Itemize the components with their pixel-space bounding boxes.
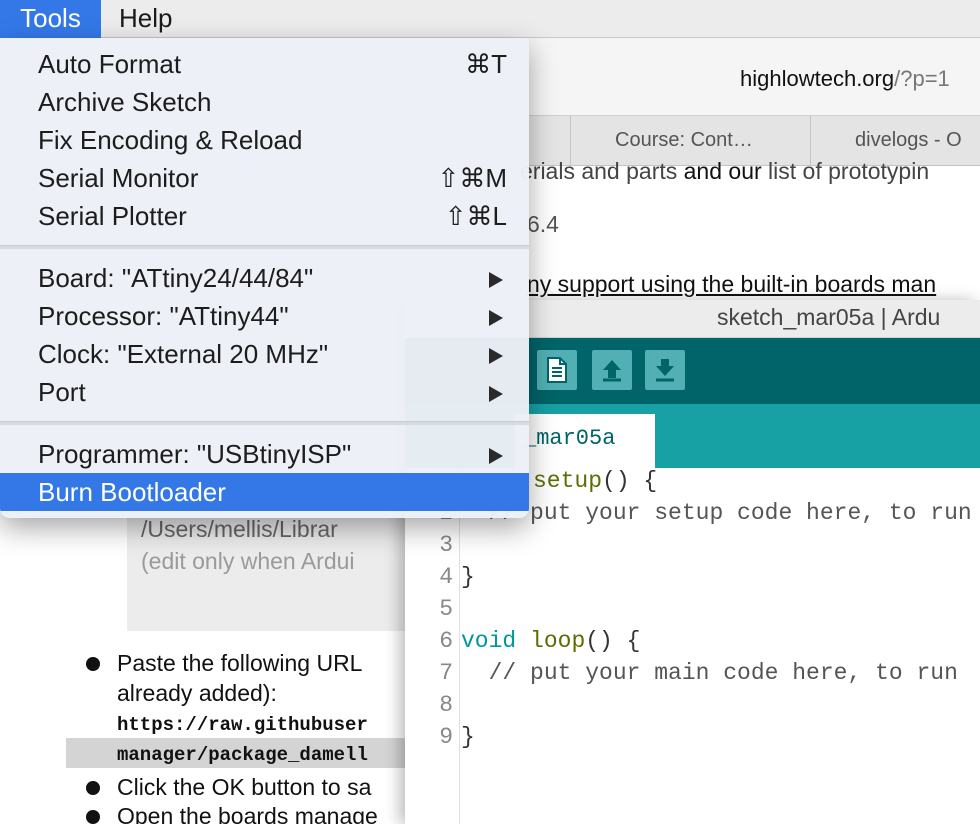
menu-item-burn-bootloader[interactable]: Burn Bootloader	[0, 473, 529, 511]
code-url-line1: https://raw.githubuser	[117, 714, 368, 736]
code-fn-setup: setup	[533, 468, 603, 494]
instruction-paste-url: Paste the following URL	[117, 650, 363, 676]
menu-item-label: Board: "ATtiny24/44/84"	[38, 263, 314, 293]
menu-item-programmer[interactable]: Programmer: "USBtinyISP"	[0, 435, 529, 473]
page-link-materials[interactable]: erials and parts	[520, 158, 677, 184]
menu-item-label: Processor: "ATtiny44"	[38, 301, 289, 331]
menu-item-processor[interactable]: Processor: "ATtiny44"	[0, 297, 529, 335]
menu-item-label: Burn Bootloader	[38, 477, 226, 507]
menu-item-label: Archive Sketch	[38, 87, 212, 117]
line-number: 9	[439, 724, 453, 750]
menu-separator	[0, 421, 529, 425]
code-fn-loop: loop	[530, 628, 586, 654]
line-number: 8	[439, 692, 453, 718]
menu-item-archive-sketch[interactable]: Archive Sketch	[0, 83, 529, 121]
menu-item-shortcut: ⇧⌘L	[444, 201, 507, 231]
menu-item-shortcut: ⇧⌘M	[437, 163, 507, 193]
page-version-heading: 6.4	[527, 211, 559, 237]
page-text-boards-manager[interactable]: ny support using the built-in boards man	[527, 271, 936, 298]
url-host: highlowtech.org	[740, 66, 895, 91]
menu-item-label: Fix Encoding & Reload	[38, 125, 303, 155]
sketch-tab[interactable]: _mar05a	[515, 414, 655, 468]
menu-item-label: Clock: "External 20 MHz"	[38, 339, 329, 369]
menu-item-label: Port	[38, 377, 86, 407]
code-keyword-void: void	[461, 628, 517, 654]
menu-item-label: Serial Monitor	[38, 163, 199, 193]
menu-item-label: Auto Format	[38, 49, 182, 79]
submenu-arrow-icon	[489, 310, 503, 326]
page-link-prototyping[interactable]: list of prototypin	[768, 158, 929, 184]
menu-item-fix-encoding[interactable]: Fix Encoding & Reload	[0, 121, 529, 159]
screen: highlowtech.org/?p=1 Course: Cont… divel…	[0, 0, 980, 824]
menu-separator	[0, 245, 529, 249]
menu-help[interactable]: Help	[105, 0, 186, 38]
line-number-gutter: 2 3 4 5 6 7 8 9	[405, 468, 460, 824]
page-text-and-our: and our	[677, 158, 769, 184]
preferences-path: /Users/mellis/Librar	[141, 516, 338, 542]
submenu-arrow-icon	[489, 386, 503, 402]
line-number: 7	[439, 660, 453, 686]
url-path: /?p=1	[894, 66, 950, 91]
code-line-loop: void loop() {	[461, 628, 640, 654]
submenu-arrow-icon	[489, 348, 503, 364]
menu-bar: Tools Help	[0, 0, 980, 38]
menu-item-serial-monitor[interactable]: Serial Monitor ⇧⌘M	[0, 159, 529, 197]
code-comment-setup: // put your setup code here, to run	[461, 500, 972, 526]
tools-dropdown-menu: Auto Format ⌘T Archive Sketch Fix Encodin…	[0, 38, 529, 518]
code-brace: () {	[585, 628, 641, 654]
menu-item-clock[interactable]: Clock: "External 20 MHz"	[0, 335, 529, 373]
menu-item-board[interactable]: Board: "ATtiny24/44/84"	[0, 259, 529, 297]
code-close-brace: }	[461, 724, 475, 750]
code-brace: () {	[602, 468, 658, 494]
code-close-brace: }	[461, 564, 475, 590]
code-line-setup: setup() {	[533, 468, 657, 494]
arduino-window-title: sketch_mar05a | Ardu	[717, 304, 941, 330]
save-sketch-button[interactable]	[645, 350, 685, 390]
menu-tools[interactable]: Tools	[0, 0, 101, 38]
download-arrow-icon	[656, 359, 674, 382]
bullet-icon	[86, 781, 100, 795]
address-bar[interactable]: highlowtech.org/?p=1	[740, 66, 950, 92]
menu-item-shortcut: ⌘T	[465, 49, 507, 79]
line-number: 6	[439, 628, 453, 654]
menu-item-label: Serial Plotter	[38, 201, 187, 231]
menu-item-label: Programmer: "USBtinyISP"	[38, 439, 352, 469]
instruction-open-boards-manager: Open the boards manage	[117, 803, 378, 824]
preferences-note: (edit only when Ardui	[141, 548, 355, 574]
code-comment-loop: // put your main code here, to run	[461, 660, 958, 686]
instruction-already-added: already added):	[117, 680, 277, 706]
bullet-icon	[86, 657, 100, 671]
line-number: 3	[439, 532, 453, 558]
code-url-line2: manager/package_damell	[117, 744, 368, 766]
submenu-arrow-icon	[489, 272, 503, 288]
page-text-materials: erials and parts and our list of prototy…	[520, 158, 929, 185]
upload-arrow-icon	[603, 360, 621, 382]
new-file-icon	[547, 357, 567, 383]
line-number: 4	[439, 564, 453, 590]
menu-item-auto-format[interactable]: Auto Format ⌘T	[0, 45, 529, 83]
bullet-icon	[86, 810, 100, 824]
open-sketch-button[interactable]	[592, 350, 632, 390]
code-editor[interactable]: 2 3 4 5 6 7 8 9 setup() { // put your se…	[405, 468, 980, 824]
sketch-tab-label: _mar05a	[523, 426, 616, 451]
instruction-click-ok: Click the OK button to sa	[117, 774, 372, 800]
menu-item-port[interactable]: Port	[0, 373, 529, 411]
new-sketch-button[interactable]	[537, 350, 577, 390]
submenu-arrow-icon	[489, 448, 503, 464]
line-number: 5	[439, 596, 453, 622]
menu-item-serial-plotter[interactable]: Serial Plotter ⇧⌘L	[0, 197, 529, 235]
